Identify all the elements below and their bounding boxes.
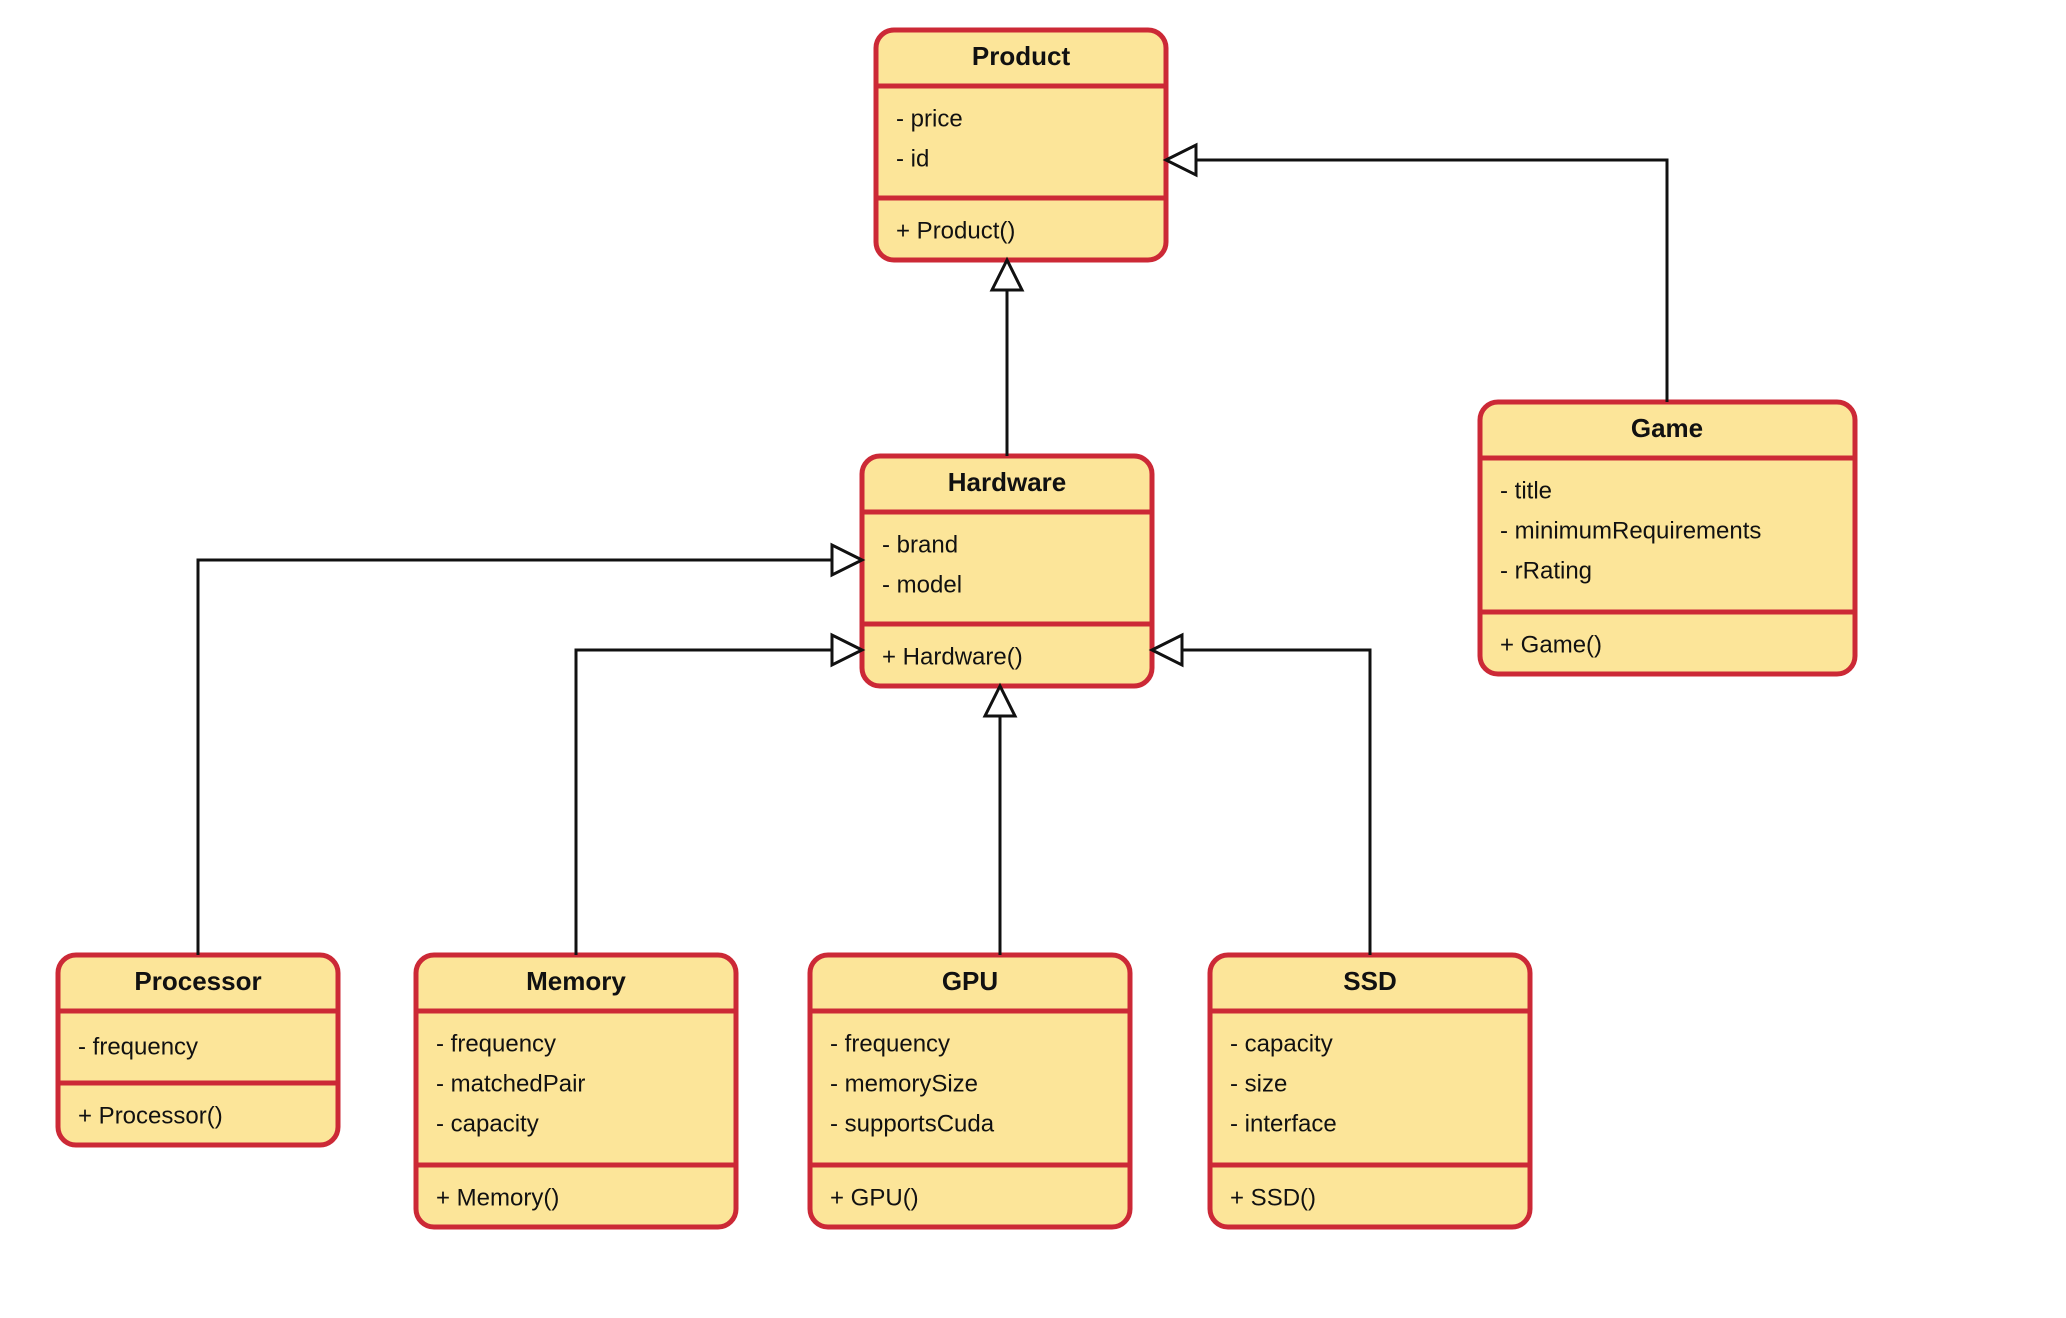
rel-ssd-hardware (1152, 635, 1370, 955)
class-memory-title: Memory (526, 966, 626, 996)
class-gpu-title: GPU (942, 966, 998, 996)
class-game-attr-1: - minimumRequirements (1500, 517, 1761, 544)
class-memory-attr-0: - frequency (436, 1030, 556, 1057)
class-hardware-title: Hardware (948, 467, 1067, 497)
class-hardware-op-0: + Hardware() (882, 643, 1023, 670)
class-memory-attr-1: - matchedPair (436, 1070, 585, 1097)
class-ssd-attr-1: - size (1230, 1070, 1287, 1097)
class-game-title: Game (1631, 413, 1703, 443)
class-ssd: SSD - capacity - size - interface + SSD(… (1210, 955, 1530, 1227)
rel-processor-hardware (198, 545, 862, 955)
class-processor: Processor - frequency + Processor() (58, 955, 338, 1145)
class-product-title: Product (972, 41, 1071, 71)
class-ssd-op-0: + SSD() (1230, 1184, 1316, 1211)
class-game-op-0: + Game() (1500, 631, 1602, 658)
rel-gpu-hardware (985, 686, 1015, 955)
rel-game-product (1166, 145, 1667, 402)
class-gpu: GPU - frequency - memorySize - supportsC… (810, 955, 1130, 1227)
class-processor-attr-0: - frequency (78, 1033, 198, 1060)
class-game-attr-0: - title (1500, 477, 1552, 504)
rel-hardware-product (992, 260, 1022, 456)
class-product: Product - price - id + Product() (876, 30, 1166, 260)
class-processor-title: Processor (134, 966, 261, 996)
class-product-attr-0: - price (896, 105, 963, 132)
class-gpu-attr-1: - memorySize (830, 1070, 978, 1097)
class-gpu-op-0: + GPU() (830, 1184, 919, 1211)
class-processor-op-0: + Processor() (78, 1102, 223, 1129)
class-game: Game - title - minimumRequirements - rRa… (1480, 402, 1855, 674)
rel-memory-hardware (576, 635, 862, 955)
class-gpu-attr-2: - supportsCuda (830, 1110, 995, 1137)
class-memory: Memory - frequency - matchedPair - capac… (416, 955, 736, 1227)
class-product-attr-1: - id (896, 145, 929, 172)
class-hardware-attr-1: - model (882, 571, 962, 598)
class-memory-op-0: + Memory() (436, 1184, 559, 1211)
class-hardware-attr-0: - brand (882, 531, 958, 558)
class-gpu-attr-0: - frequency (830, 1030, 950, 1057)
uml-class-diagram: Product - price - id + Product() Hardwar… (0, 0, 2066, 1318)
class-product-op-0: + Product() (896, 217, 1015, 244)
class-hardware: Hardware - brand - model + Hardware() (862, 456, 1152, 686)
class-ssd-title: SSD (1343, 966, 1396, 996)
class-game-attr-2: - rRating (1500, 557, 1592, 584)
class-ssd-attr-2: - interface (1230, 1110, 1337, 1137)
class-memory-attr-2: - capacity (436, 1110, 539, 1137)
class-ssd-attr-0: - capacity (1230, 1030, 1333, 1057)
